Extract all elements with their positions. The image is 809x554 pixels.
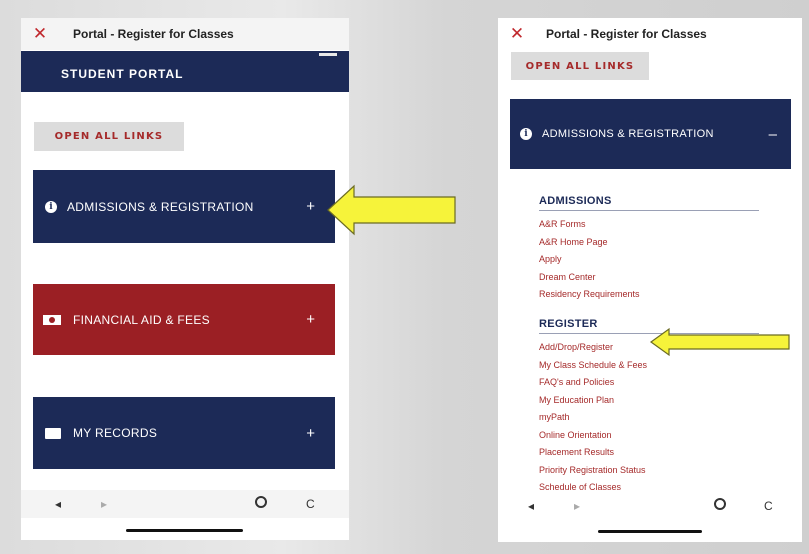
link-ar-forms[interactable]: A&R Forms — [539, 216, 759, 234]
expand-icon[interactable]: + — [306, 425, 315, 442]
browser-top-bar: ✕ Portal - Register for Classes — [21, 18, 349, 50]
link-mypath[interactable]: myPath — [539, 409, 759, 427]
section-label: FINANCIAL AID & FEES — [73, 312, 210, 327]
close-icon[interactable]: ✕ — [31, 24, 49, 44]
collapse-icon[interactable]: – — [769, 126, 777, 143]
browser-bottom-bar: ◂ ▸ C — [498, 492, 802, 520]
section-my-records[interactable]: MY RECORDS + — [33, 397, 335, 469]
admissions-header: ADMISSIONS — [539, 195, 759, 211]
section-label: MY RECORDS — [73, 426, 158, 440]
link-my-education-plan[interactable]: My Education Plan — [539, 392, 759, 410]
open-all-links-button[interactable]: OPEN ALL LINKS — [511, 52, 649, 80]
phone-left-screen: ✕ Portal - Register for Classes STUDENT … — [21, 18, 349, 540]
link-apply[interactable]: Apply — [539, 251, 759, 269]
page-title: Portal - Register for Classes — [546, 27, 707, 41]
hamburger-icon[interactable] — [319, 53, 337, 56]
reload-icon[interactable]: C — [306, 497, 315, 511]
forward-icon[interactable]: ▸ — [574, 499, 580, 513]
link-faqs-policies[interactable]: FAQ's and Policies — [539, 374, 759, 392]
open-all-links-label: OPEN ALL LINKS — [525, 60, 635, 72]
link-dream-center[interactable]: Dream Center — [539, 269, 759, 287]
link-priority-registration-status[interactable]: Priority Registration Status — [539, 462, 759, 480]
student-portal-banner: STUDENT PORTAL — [21, 51, 349, 92]
compass-icon[interactable] — [255, 496, 267, 508]
link-my-class-schedule-fees[interactable]: My Class Schedule & Fees — [539, 357, 759, 375]
link-online-orientation[interactable]: Online Orientation — [539, 427, 759, 445]
forward-icon[interactable]: ▸ — [101, 497, 107, 511]
open-all-links-button[interactable]: OPEN ALL LINKS — [34, 122, 184, 151]
reload-icon[interactable]: C — [764, 499, 773, 513]
home-indicator — [126, 529, 243, 532]
money-icon — [43, 314, 61, 325]
arrow-pointer-left — [327, 184, 456, 236]
arrow-pointer-right — [649, 327, 790, 357]
close-icon[interactable]: ✕ — [508, 24, 526, 44]
section-financial-aid-fees[interactable]: FINANCIAL AID & FEES + — [33, 284, 335, 355]
info-icon: i — [45, 200, 57, 213]
browser-top-bar: ✕ Portal - Register for Classes — [498, 18, 802, 50]
link-residency-requirements[interactable]: Residency Requirements — [539, 286, 759, 304]
browser-bottom-bar: ◂ ▸ C — [21, 490, 349, 518]
banner-label: STUDENT PORTAL — [61, 67, 184, 81]
compass-icon[interactable] — [714, 498, 726, 510]
section-label: ADMISSIONS & REGISTRATION — [67, 199, 254, 214]
open-all-links-label: OPEN ALL LINKS — [54, 131, 164, 142]
section-admissions-registration-expanded[interactable]: i ADMISSIONS & REGISTRATION – — [510, 99, 791, 169]
admissions-link-list: ADMISSIONS A&R Forms A&R Home Page Apply… — [539, 195, 759, 304]
link-ar-home-page[interactable]: A&R Home Page — [539, 234, 759, 252]
phone-right-screen: ✕ Portal - Register for Classes OPEN ALL… — [498, 18, 802, 542]
section-label: ADMISSIONS & REGISTRATION — [542, 128, 714, 140]
folder-icon — [45, 427, 61, 439]
expand-icon[interactable]: + — [306, 311, 315, 328]
link-placement-results[interactable]: Placement Results — [539, 444, 759, 462]
home-indicator — [598, 530, 702, 533]
expand-icon[interactable]: + — [306, 198, 315, 215]
back-icon[interactable]: ◂ — [55, 497, 61, 511]
page-title: Portal - Register for Classes — [73, 27, 234, 41]
info-icon: i — [520, 128, 532, 140]
section-admissions-registration[interactable]: i ADMISSIONS & REGISTRATION + — [33, 170, 335, 243]
back-icon[interactable]: ◂ — [528, 499, 534, 513]
